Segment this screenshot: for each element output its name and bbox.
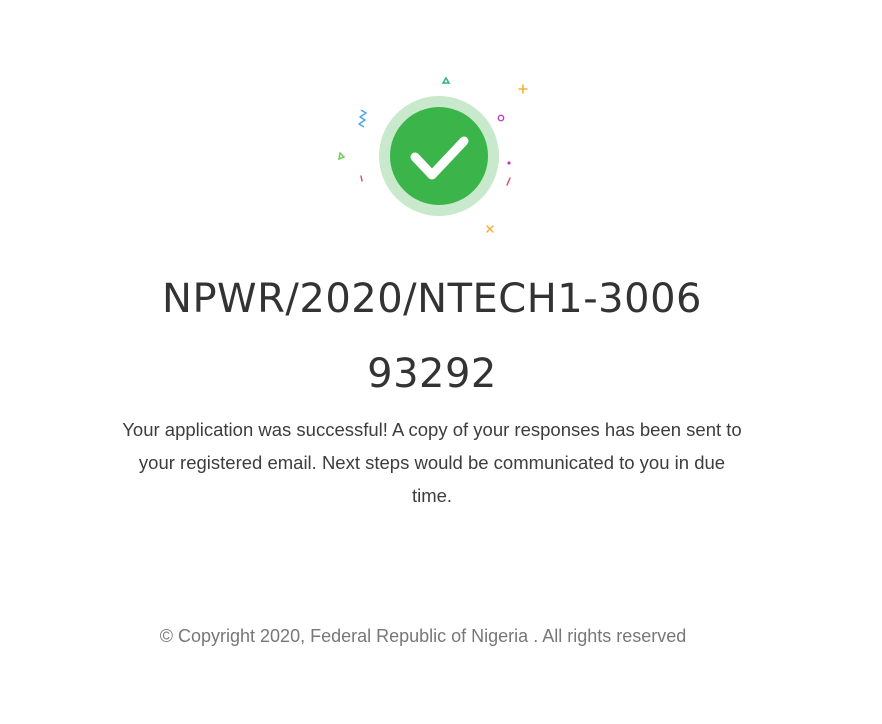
check-circle-icon	[390, 107, 488, 205]
confetti-triangle-icon	[441, 76, 451, 84]
application-reference-number: NPWR/2020/NTECH1-300693292	[162, 276, 702, 397]
confetti-ring-icon	[497, 114, 505, 122]
confetti-star-icon	[486, 225, 494, 233]
confetti-triangle-icon	[338, 151, 346, 161]
success-svg	[338, 76, 528, 233]
success-graphic	[330, 70, 540, 240]
success-message: Your application was successful! A copy …	[122, 419, 742, 506]
confetti-dot-icon	[507, 161, 511, 165]
confetti-zigzag-icon	[358, 109, 367, 128]
confetti-star-icon	[518, 84, 528, 94]
confetti-dash-icon	[506, 177, 511, 186]
confetti-dash-icon	[360, 175, 363, 182]
footer-copyright: © Copyright 2020, Federal Republic of Ni…	[159, 626, 687, 646]
